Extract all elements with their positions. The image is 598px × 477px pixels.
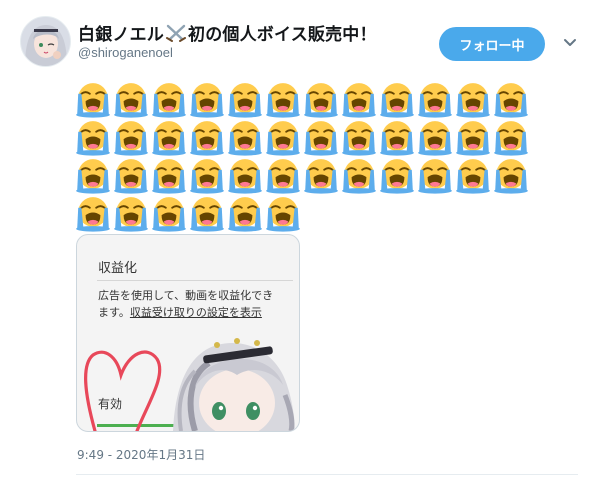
- loudly-crying-face-icon: [302, 118, 340, 156]
- loudly-crying-face-icon: [112, 118, 150, 156]
- loudly-crying-face-icon: [416, 118, 454, 156]
- loudly-crying-face-icon: [340, 156, 378, 194]
- loudly-crying-face-icon: [112, 80, 150, 118]
- loudly-crying-face-icon: [150, 156, 188, 194]
- character-art: [173, 338, 295, 431]
- divider: [76, 474, 578, 475]
- loudly-crying-face-icon: [264, 80, 302, 118]
- loudly-crying-face-icon: [226, 156, 264, 194]
- loudly-crying-face-icon: [302, 156, 340, 194]
- loudly-crying-face-icon: [150, 118, 188, 156]
- loudly-crying-face-icon: [188, 118, 226, 156]
- loudly-crying-face-icon: [378, 80, 416, 118]
- emoji-row: [74, 118, 574, 156]
- loudly-crying-face-icon: [264, 156, 302, 194]
- loudly-crying-face-icon: [226, 118, 264, 156]
- loudly-crying-face-icon: [150, 80, 188, 118]
- attached-image[interactable]: 収益化 広告を使用して、動画を収益化できます。収益受け取りの設定を表示 有効: [76, 234, 300, 432]
- heart-doodle: [84, 350, 162, 431]
- loudly-crying-face-icon: [340, 118, 378, 156]
- crossed-swords-icon: [166, 24, 186, 42]
- loudly-crying-face-icon: [416, 80, 454, 118]
- avatar-image: [21, 17, 70, 66]
- tweet-timestamp[interactable]: 9:49 - 2020年1月31日: [77, 446, 205, 463]
- loudly-crying-face-icon: [74, 118, 112, 156]
- loudly-crying-face-icon: [188, 156, 226, 194]
- display-name-text: 白銀ノエル: [78, 25, 164, 45]
- loudly-crying-face-icon: [492, 156, 530, 194]
- loudly-crying-face-icon: [74, 194, 112, 232]
- loudly-crying-face-icon: [188, 80, 226, 118]
- display-name-suffix: 初の個人ボイス販売中！: [188, 25, 377, 45]
- loudly-crying-face-icon: [74, 80, 112, 118]
- loudly-crying-face-icon: [454, 80, 492, 118]
- loudly-crying-face-icon: [378, 156, 416, 194]
- loudly-crying-face-icon: [188, 194, 226, 232]
- display-name[interactable]: 白銀ノエル 初の個人ボイス販売中！: [78, 20, 377, 45]
- card-artwork: [84, 338, 295, 431]
- loudly-crying-face-icon: [302, 80, 340, 118]
- avatar[interactable]: [20, 16, 71, 67]
- loudly-crying-face-icon: [264, 194, 302, 232]
- emoji-row: [74, 80, 574, 118]
- loudly-crying-face-icon: [340, 80, 378, 118]
- loudly-crying-face-icon: [112, 156, 150, 194]
- emoji-row: [74, 194, 574, 232]
- tweet-text-emojis: [74, 80, 574, 232]
- loudly-crying-face-icon: [226, 194, 264, 232]
- loudly-crying-face-icon: [264, 118, 302, 156]
- loudly-crying-face-icon: [226, 80, 264, 118]
- loudly-crying-face-icon: [492, 80, 530, 118]
- loudly-crying-face-icon: [492, 118, 530, 156]
- loudly-crying-face-icon: [454, 118, 492, 156]
- emoji-row: [74, 156, 574, 194]
- loudly-crying-face-icon: [150, 194, 188, 232]
- loudly-crying-face-icon: [416, 156, 454, 194]
- loudly-crying-face-icon: [74, 156, 112, 194]
- following-button[interactable]: フォロー中: [439, 27, 545, 61]
- chevron-down-icon[interactable]: [563, 38, 577, 48]
- loudly-crying-face-icon: [378, 118, 416, 156]
- loudly-crying-face-icon: [112, 194, 150, 232]
- loudly-crying-face-icon: [454, 156, 492, 194]
- user-handle[interactable]: @shiroganenoel: [78, 45, 173, 60]
